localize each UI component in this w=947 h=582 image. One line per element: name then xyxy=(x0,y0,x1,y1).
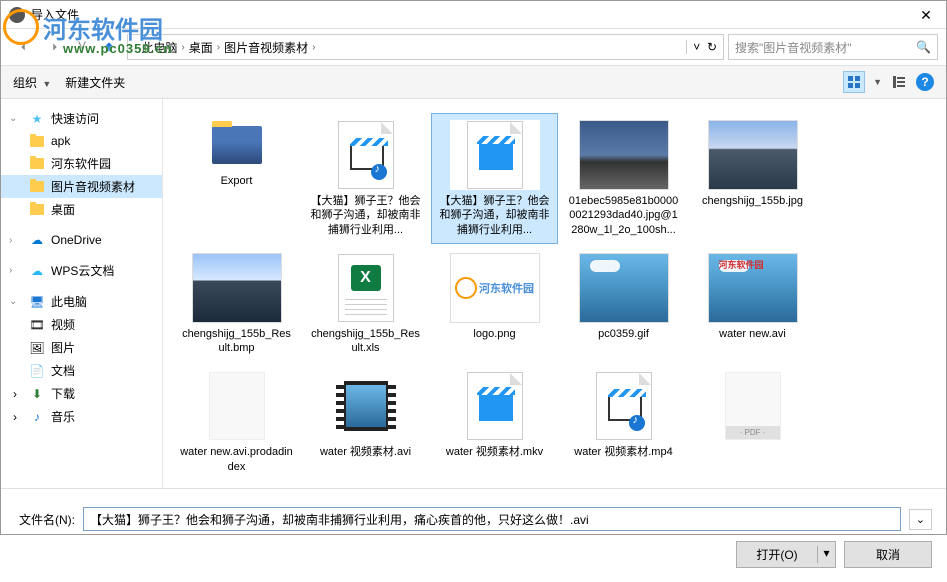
file-name: pc0359.gif xyxy=(565,327,682,341)
file-name: Export xyxy=(178,174,295,188)
breadcrumb-bar[interactable]: › 此电脑 › 桌面 › 图片音视频素材 › ˅ ↻ xyxy=(127,34,724,60)
sidebar-item-pictures[interactable]: 🖼图片 xyxy=(1,336,162,359)
file-name: chengshijg_155b_Result.bmp xyxy=(178,327,295,356)
file-item[interactable]: chengshijg_155b.jpg xyxy=(689,113,816,244)
sidebar: ⌄★快速访问 apk 河东软件园 图片音视频素材 桌面 ›☁OneDrive ›… xyxy=(1,99,163,488)
file-name: water new.avi.prodadindex xyxy=(178,445,295,474)
file-item[interactable] xyxy=(173,483,300,488)
file-name: water 视频素材.mp4 xyxy=(565,445,682,459)
document-icon: 📄 xyxy=(29,363,45,379)
organize-menu[interactable]: 组织 ▼ xyxy=(13,74,51,91)
sidebar-item-apk[interactable]: apk xyxy=(1,130,162,152)
open-button[interactable]: 打开(O)▾ xyxy=(736,541,836,568)
nav-bar: ˅ › 此电脑 › 桌面 › 图片音视频素材 › ˅ ↻ 搜索"图片音视频素材"… xyxy=(1,29,946,65)
app-icon xyxy=(9,7,25,23)
file-item[interactable]: Xchengshijg_155b_Result.xls xyxy=(302,246,429,363)
sidebar-item-media[interactable]: 图片音视频素材 xyxy=(1,175,162,198)
file-name: chengshijg_155b.jpg xyxy=(694,194,811,208)
filename-dropdown[interactable]: ⌄ xyxy=(909,509,932,530)
cloud-icon: ☁ xyxy=(29,263,45,279)
video-icon: 🎞 xyxy=(29,317,45,333)
sidebar-item-video[interactable]: 🎞视频 xyxy=(1,313,162,336)
file-name: water 视频素材.mkv xyxy=(436,445,553,459)
file-item[interactable]: water new.avi xyxy=(689,246,816,363)
music-icon: ♪ xyxy=(29,409,45,425)
crumb-desktop[interactable]: 桌面 xyxy=(189,39,213,56)
file-item[interactable]: · PDF · xyxy=(302,483,429,488)
cloud-icon: ☁ xyxy=(29,232,45,248)
file-name: logo.png xyxy=(436,327,553,341)
file-item[interactable]: 【大猫】狮子王？他会和狮子沟通，却被南非捕狮行业利用... xyxy=(302,113,429,244)
dialog-footer: 文件名(N): ⌄ 打开(O)▾ 取消 xyxy=(1,488,946,582)
file-item[interactable]: Export xyxy=(173,113,300,244)
sidebar-item-hedong[interactable]: 河东软件园 xyxy=(1,152,162,175)
file-item[interactable]: water 视频素材.avi xyxy=(302,364,429,481)
sidebar-item-desktop[interactable]: 桌面 xyxy=(1,198,162,221)
search-input[interactable]: 搜索"图片音视频素材" 🔍 xyxy=(728,34,938,60)
file-name: 【大猫】狮子王？他会和狮子沟通，却被南非捕狮行业利用... xyxy=(307,194,424,237)
crumb-folder[interactable]: 图片音视频素材 xyxy=(224,39,308,56)
file-item[interactable]: water 视频素材.mp4 xyxy=(560,364,687,481)
sidebar-wpscloud[interactable]: ›☁WPS云文档 xyxy=(1,259,162,282)
filename-label: 文件名(N): xyxy=(15,511,75,528)
window-title: 导入文件 xyxy=(31,6,906,23)
sidebar-item-music[interactable]: ›♪音乐 xyxy=(1,405,162,428)
sidebar-thispc[interactable]: ⌄🖥此电脑 xyxy=(1,290,162,313)
sidebar-quick-access[interactable]: ⌄★快速访问 xyxy=(1,107,162,130)
file-name: chengshijg_155b_Result.xls xyxy=(307,327,424,356)
history-dropdown[interactable]: ˅ xyxy=(73,35,91,59)
up-button[interactable] xyxy=(95,35,123,59)
refresh-button[interactable]: ˅ ↻ xyxy=(686,40,717,54)
sidebar-onedrive[interactable]: ›☁OneDrive xyxy=(1,229,162,251)
file-pane: Export 【大猫】狮子王？他会和狮子沟通，却被南非捕狮行业利用... 【大猫】狮… xyxy=(163,99,946,488)
file-item[interactable]: 【大猫】狮子王？他会和狮子沟通，却被南非捕狮行业利用... xyxy=(431,113,558,244)
search-icon: 🔍 xyxy=(916,40,931,54)
file-name: water 视频素材.avi xyxy=(307,445,424,459)
file-item[interactable]: water new.avi.prodadindex xyxy=(173,364,300,481)
pc-icon: 🖥 xyxy=(29,294,45,310)
download-icon: ⬇ xyxy=(29,386,45,402)
file-item[interactable]: 河东软件园logo.png xyxy=(431,246,558,363)
sidebar-item-downloads[interactable]: ›⬇下载 xyxy=(1,382,162,405)
picture-icon: 🖼 xyxy=(29,340,45,356)
new-folder-button[interactable]: 新建文件夹 xyxy=(65,74,125,91)
back-button[interactable] xyxy=(9,35,37,59)
star-icon: ★ xyxy=(29,111,45,127)
forward-button xyxy=(41,35,69,59)
file-name: 【大猫】狮子王？他会和狮子沟通，却被南非捕狮行业利用... xyxy=(436,194,553,237)
view-thumbnails-button[interactable] xyxy=(843,71,865,93)
cancel-button[interactable]: 取消 xyxy=(844,541,932,568)
crumb-pc[interactable]: 此电脑 xyxy=(141,39,177,56)
file-name: 01ebec5985e81b00000021293dad40.jpg@1280w… xyxy=(565,194,682,237)
title-bar: 导入文件 ✕ xyxy=(1,1,946,29)
file-item[interactable]: · PDF · xyxy=(689,364,816,481)
file-name: water new.avi xyxy=(694,327,811,341)
file-item[interactable]: water 视频素材.mkv xyxy=(431,364,558,481)
sidebar-item-documents[interactable]: 📄文档 xyxy=(1,359,162,382)
file-item[interactable]: 01ebec5985e81b00000021293dad40.jpg@1280w… xyxy=(560,113,687,244)
view-details-button[interactable] xyxy=(888,71,910,93)
file-item[interactable]: chengshijg_155b_Result.bmp xyxy=(173,246,300,363)
toolbar: 组织 ▼ 新建文件夹 ▼ ? xyxy=(1,65,946,99)
help-button[interactable]: ? xyxy=(916,73,934,91)
filename-input[interactable] xyxy=(83,507,901,531)
file-item[interactable]: pc0359.gif xyxy=(560,246,687,363)
close-button[interactable]: ✕ xyxy=(906,1,946,29)
